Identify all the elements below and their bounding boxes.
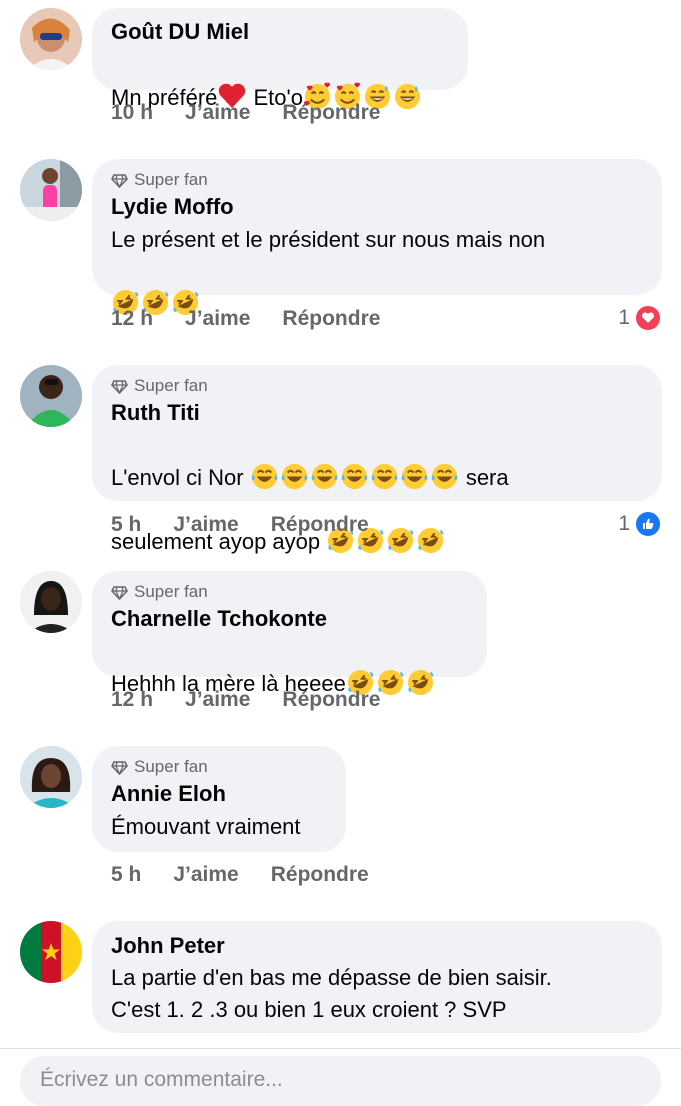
tears-of-joy-emoji-icon bbox=[371, 463, 398, 490]
comment-bubble: John Peter La partie d'en bas me dépasse… bbox=[92, 921, 662, 1033]
comment-time: 5 h bbox=[111, 513, 142, 536]
diamond-icon bbox=[111, 585, 128, 600]
like-button[interactable]: J’aime bbox=[173, 513, 238, 537]
comment-author[interactable]: Goût DU Miel bbox=[111, 18, 448, 46]
tears-of-joy-emoji-icon bbox=[401, 463, 428, 490]
comment-actions: 12 h J’aime Répondre bbox=[111, 307, 380, 331]
rolling-laughing-emoji-icon bbox=[388, 527, 414, 554]
comment-text: Émouvant vraiment bbox=[111, 814, 301, 839]
avatar[interactable] bbox=[20, 746, 82, 808]
divider bbox=[0, 1048, 681, 1049]
super-fan-badge: Super fan bbox=[111, 169, 642, 191]
like-button[interactable]: J’aime bbox=[185, 688, 250, 712]
reply-button[interactable]: Répondre bbox=[282, 688, 380, 712]
comment-author[interactable]: Ruth Titi bbox=[111, 399, 642, 427]
reply-button[interactable]: Répondre bbox=[271, 863, 369, 887]
comment-text: Le présent et le président sur nous mais… bbox=[111, 224, 642, 256]
comment-bubble: Super fan Ruth Titi L'envol ci Nor sera … bbox=[92, 365, 662, 554]
super-fan-badge: Super fan bbox=[111, 581, 467, 603]
comment-bubble: Super fan Lydie Moffo Le présent et le p… bbox=[92, 159, 662, 316]
comment-author[interactable]: Lydie Moffo bbox=[111, 193, 642, 221]
comment-author[interactable]: Charnelle Tchokonte bbox=[111, 605, 467, 633]
comment-text: C'est 1. 2 .3 ou bien 1 eux croient ? SV… bbox=[111, 997, 507, 1022]
comment-time: 10 h bbox=[111, 101, 154, 124]
badge-label: Super fan bbox=[134, 757, 208, 776]
super-fan-badge: Super fan bbox=[111, 375, 642, 397]
tears-of-joy-emoji-icon bbox=[281, 463, 308, 490]
diamond-icon bbox=[111, 760, 128, 775]
comment-time: 12 h bbox=[111, 688, 154, 711]
avatar[interactable] bbox=[20, 571, 82, 633]
tears-of-joy-emoji-icon bbox=[251, 463, 278, 490]
comment-text: L'envol ci Nor sera bbox=[111, 430, 642, 494]
diamond-icon bbox=[111, 379, 128, 394]
grinning-sweat-emoji-icon bbox=[394, 83, 421, 110]
reply-button[interactable]: Répondre bbox=[271, 513, 369, 537]
comment-bubble: Super fan Charnelle Tchokonte Hehhh la m… bbox=[92, 571, 487, 696]
avatar[interactable] bbox=[20, 921, 82, 983]
comment-time: 12 h bbox=[111, 307, 154, 330]
avatar[interactable] bbox=[20, 159, 82, 221]
badge-label: Super fan bbox=[134, 376, 208, 395]
comment-author[interactable]: John Peter bbox=[111, 932, 642, 960]
comment-author[interactable]: Annie Eloh bbox=[111, 780, 326, 808]
comment-actions: 12 h J’aime Répondre bbox=[111, 688, 380, 712]
like-reaction-icon bbox=[634, 510, 662, 538]
comment-composer-input[interactable]: Écrivez un commentaire... bbox=[20, 1056, 661, 1106]
love-reaction-icon bbox=[634, 304, 662, 332]
like-button[interactable]: J’aime bbox=[185, 307, 250, 331]
tears-of-joy-emoji-icon bbox=[431, 463, 458, 490]
comment-text-part: sera bbox=[459, 465, 509, 490]
composer-placeholder: Écrivez un commentaire... bbox=[40, 1068, 283, 1091]
reaction-count[interactable]: 1 bbox=[618, 510, 662, 538]
comment-bubble: Super fan Annie Eloh Émouvant vraiment bbox=[92, 746, 346, 852]
reply-button[interactable]: Répondre bbox=[282, 307, 380, 331]
comment-text: La partie d'en bas me dépasse de bien sa… bbox=[111, 965, 552, 990]
reaction-count-number: 1 bbox=[618, 512, 630, 535]
comment-actions: 5 h J’aime Répondre bbox=[111, 863, 369, 887]
avatar[interactable] bbox=[20, 365, 82, 427]
reaction-count-number: 1 bbox=[618, 306, 630, 329]
comment-actions: 5 h J’aime Répondre bbox=[111, 513, 369, 537]
comment-text-line: Le présent et le président sur nous mais… bbox=[111, 227, 546, 252]
super-fan-badge: Super fan bbox=[111, 756, 326, 778]
badge-label: Super fan bbox=[134, 170, 208, 189]
tears-of-joy-emoji-icon bbox=[311, 463, 338, 490]
diamond-icon bbox=[111, 173, 128, 188]
tears-of-joy-emoji-icon bbox=[341, 463, 368, 490]
like-button[interactable]: J’aime bbox=[173, 863, 238, 887]
badge-label: Super fan bbox=[134, 582, 208, 601]
comment-actions: 10 h J’aime Répondre bbox=[111, 101, 380, 125]
avatar[interactable] bbox=[20, 8, 82, 70]
reaction-count[interactable]: 1 bbox=[618, 304, 662, 332]
rolling-laughing-emoji-icon bbox=[418, 527, 444, 554]
reply-button[interactable]: Répondre bbox=[282, 101, 380, 125]
like-button[interactable]: J’aime bbox=[185, 101, 250, 125]
comment-time: 5 h bbox=[111, 863, 142, 886]
rolling-laughing-emoji-icon bbox=[407, 669, 434, 696]
comment-text-part: L'envol ci Nor bbox=[111, 465, 250, 490]
comment-bubble: Goût DU Miel Mn préféré Eto'o bbox=[92, 8, 468, 110]
